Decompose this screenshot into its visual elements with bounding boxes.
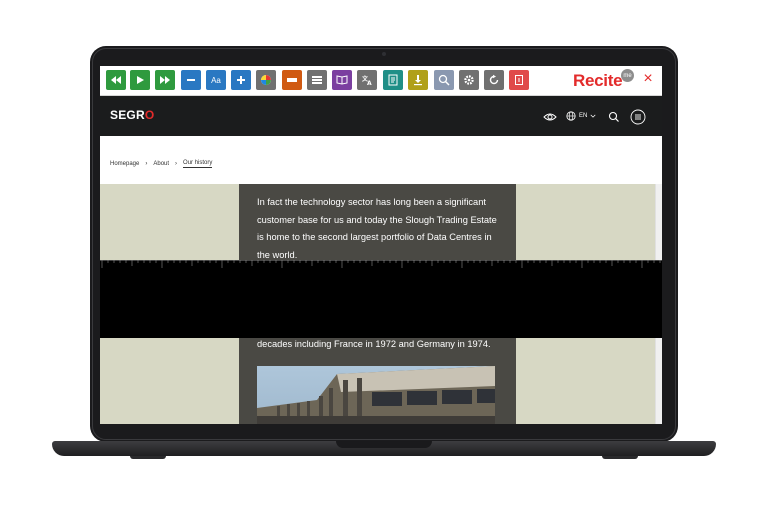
ruler-scale — [100, 260, 662, 268]
decrease-text-icon[interactable] — [181, 70, 201, 90]
globe-icon — [566, 111, 576, 121]
fast-forward-icon[interactable] — [155, 70, 175, 90]
breadcrumb-about[interactable]: About — [153, 161, 169, 167]
dictionary-icon[interactable] — [332, 70, 352, 90]
laptop-foot — [130, 456, 166, 459]
search-icon[interactable] — [607, 110, 621, 124]
menu-icon[interactable] — [630, 109, 646, 125]
ruler-icon[interactable] — [282, 70, 302, 90]
eye-icon[interactable] — [543, 110, 557, 124]
chevron-down-icon — [590, 114, 596, 118]
screen: Aa 文A Recite me × SEGRO EN Homepage › Ab… — [100, 66, 662, 424]
screen-mask-icon[interactable] — [307, 70, 327, 90]
chevron-right-icon: › — [175, 161, 178, 167]
recite-logo: Recite — [573, 71, 623, 90]
increase-text-icon[interactable] — [231, 70, 251, 90]
laptop-notch — [336, 441, 432, 448]
chevron-right-icon: › — [145, 161, 148, 167]
logo-accent: O — [144, 108, 155, 122]
recite-toolbar: Aa 文A Recite me × — [100, 66, 662, 96]
breadcrumb: Homepage › About › Our history — [110, 160, 213, 168]
laptop-foot — [602, 456, 638, 459]
breadcrumb-current[interactable]: Our history — [183, 160, 213, 168]
recite-me-badge: me — [621, 69, 634, 82]
segro-logo[interactable]: SEGRO — [110, 108, 154, 122]
article-paragraph-continued: decades including France in 1972 and Ger… — [257, 339, 491, 349]
color-palette-icon[interactable] — [256, 70, 276, 90]
breadcrumb-home[interactable]: Homepage — [110, 161, 139, 167]
article-paragraph: In fact the technology sector has long b… — [257, 197, 497, 260]
download-icon[interactable] — [408, 70, 428, 90]
historic-building-photo — [257, 366, 495, 424]
reading-ruler[interactable] — [100, 260, 662, 338]
reset-icon[interactable] — [484, 70, 504, 90]
gear-icon[interactable] — [459, 70, 479, 90]
close-icon[interactable]: × — [640, 71, 656, 87]
magnifier-icon[interactable] — [434, 70, 454, 90]
translate-icon[interactable]: 文A — [357, 70, 377, 90]
site-header: SEGRO EN — [100, 96, 662, 136]
play-icon[interactable] — [130, 70, 150, 90]
text-size-button[interactable]: Aa — [206, 70, 226, 90]
logo-text: SEGR — [110, 108, 145, 122]
language-label: EN — [579, 113, 588, 119]
language-selector[interactable]: EN — [566, 109, 596, 123]
rewind-icon[interactable] — [106, 70, 126, 90]
svg-text:A: A — [367, 80, 372, 86]
camera-icon — [382, 52, 386, 56]
reader-icon[interactable] — [383, 70, 403, 90]
user-guide-icon[interactable] — [509, 70, 529, 90]
